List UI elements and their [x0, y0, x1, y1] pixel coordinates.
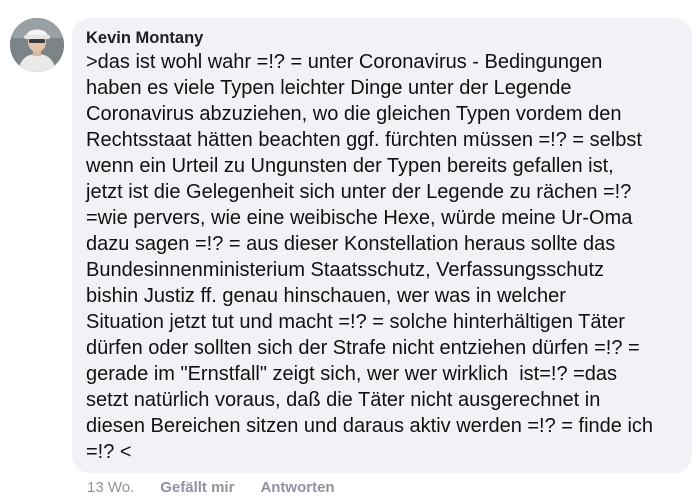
comment-text-line: Coronavirus abzuziehen, wo die gleichen …	[86, 103, 622, 125]
comment-text-line: setzt natürlich voraus, daß die Täter ni…	[86, 389, 601, 411]
comment-text-line: dazu sagen =!? = aus dieser Konstellatio…	[86, 233, 616, 255]
comment: Kevin Montany >das ist wohl wahr =!? = u…	[0, 0, 699, 498]
reply-button[interactable]: Antworten	[260, 478, 334, 498]
comment-text-line: haben es viele Typen leichter Dinge unte…	[86, 77, 572, 99]
comment-text-line: diesen Bereichen sitzen und daraus aktiv…	[86, 415, 654, 437]
comment-text-line: Rechtsstaat hätten beachten ggf. fürchte…	[86, 129, 642, 151]
comment-text-line: jetzt ist die Gelegenheit sich unter der…	[86, 181, 632, 203]
author-name[interactable]: Kevin Montany	[86, 28, 203, 48]
avatar[interactable]	[10, 18, 64, 72]
comment-text-line: bishin Justiz ff. genau hinschauen, wer …	[86, 285, 566, 307]
profile-photo-icon	[10, 18, 64, 72]
comment-bubble: Kevin Montany >das ist wohl wahr =!? = u…	[72, 18, 692, 473]
comment-text-line: gerade im "Ernstfall" zeigt sich, wer we…	[86, 363, 618, 385]
comment-text-line: Bundesinnenministerium Staatsschutz, Ver…	[86, 259, 605, 281]
comment-text: >das ist wohl wahr =!? = unter Coronavir…	[86, 49, 678, 465]
comment-text-line: dürfen oder sollten sich der Strafe nich…	[86, 337, 640, 359]
comment-text-line: >das ist wohl wahr =!? = unter Coronavir…	[86, 51, 603, 73]
comment-timestamp[interactable]: 13 Wo.	[87, 478, 134, 498]
like-button[interactable]: Gefällt mir	[160, 478, 234, 498]
comment-text-line: Situation jetzt tut und macht =!? = solc…	[86, 311, 625, 333]
comment-text-line: wenn ein Urteil zu Ungunsten der Typen b…	[86, 155, 614, 177]
comment-actions: 13 Wo. Gefällt mir Antworten	[87, 478, 335, 498]
comment-text-line: =wie pervers, wie eine weibische Hexe, w…	[86, 207, 633, 229]
comment-text-line: =!? <	[86, 441, 132, 463]
